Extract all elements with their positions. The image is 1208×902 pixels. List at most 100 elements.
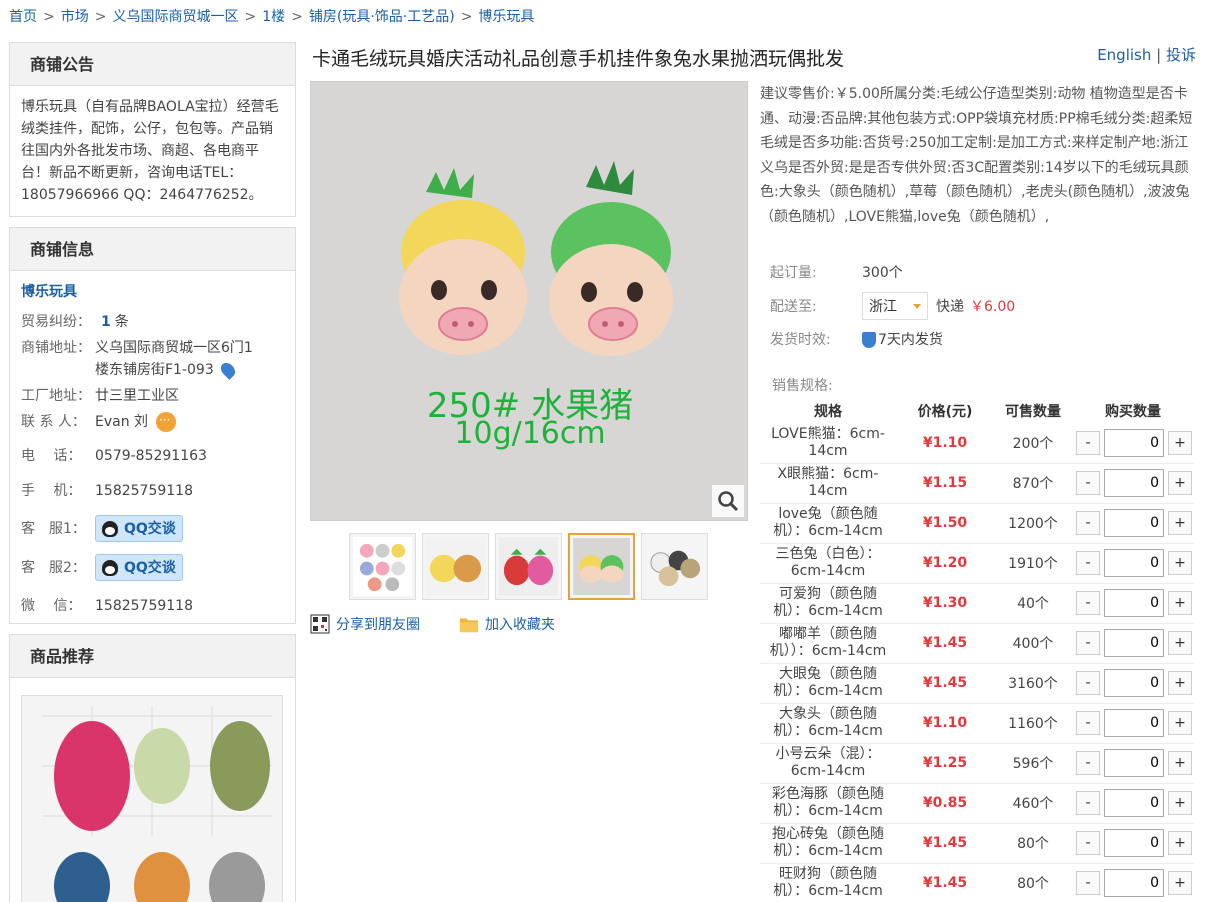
quantity-input[interactable] bbox=[1104, 669, 1164, 697]
cs2-label: 客 服2： bbox=[21, 559, 86, 576]
increment-button[interactable]: + bbox=[1168, 511, 1192, 535]
spec-qty-cell: -+ bbox=[1072, 663, 1194, 704]
main-product-image[interactable]: 250# 水果猪 10g/16cm bbox=[310, 81, 748, 521]
increment-button[interactable]: + bbox=[1168, 551, 1192, 575]
quantity-stepper: -+ bbox=[1072, 469, 1194, 497]
increment-button[interactable]: + bbox=[1168, 591, 1192, 615]
express-price: ￥6.00 bbox=[970, 299, 1016, 315]
increment-button[interactable]: + bbox=[1168, 671, 1192, 695]
decrement-button[interactable]: - bbox=[1076, 591, 1100, 615]
spec-name: love兔（颜色随机）：6cm-14cm bbox=[760, 503, 896, 544]
express-label: 快递 bbox=[936, 299, 964, 315]
decrement-button[interactable]: - bbox=[1076, 551, 1100, 575]
share-moments-link[interactable]: 分享到朋友圈 bbox=[310, 614, 420, 634]
breadcrumb-shop[interactable]: 博乐玩具 bbox=[478, 9, 534, 25]
decrement-button[interactable]: - bbox=[1076, 511, 1100, 535]
spec-price: ¥1.10 bbox=[896, 703, 994, 744]
add-favorite-link[interactable]: 加入收藏夹 bbox=[459, 614, 555, 634]
quantity-input[interactable] bbox=[1104, 629, 1164, 657]
qq-chat-button-1[interactable]: QQ交谈 bbox=[95, 515, 183, 542]
zoom-icon[interactable] bbox=[712, 485, 744, 517]
spec-qty-cell: -+ bbox=[1072, 703, 1194, 744]
spec-price: ¥1.25 bbox=[896, 743, 994, 784]
decrement-button[interactable]: - bbox=[1076, 430, 1100, 455]
contact-label: 联 系 人： bbox=[21, 414, 86, 430]
breadcrumb-home[interactable]: 首页 bbox=[9, 9, 37, 25]
qq-penguin-icon bbox=[102, 520, 118, 537]
quantity-input[interactable] bbox=[1104, 509, 1164, 537]
decrement-button[interactable]: - bbox=[1076, 671, 1100, 695]
thumbnail-4-selected[interactable] bbox=[568, 533, 635, 600]
spec-price: ¥1.45 bbox=[896, 663, 994, 704]
decrement-button[interactable]: - bbox=[1076, 791, 1100, 815]
complain-link[interactable]: 投诉 bbox=[1166, 46, 1196, 64]
quantity-input[interactable] bbox=[1104, 749, 1164, 777]
quantity-input[interactable] bbox=[1104, 469, 1164, 497]
quantity-input[interactable] bbox=[1104, 549, 1164, 577]
spec-row: 大眼兔（颜色随机）：6cm-14cm¥1.453160个-+ bbox=[760, 663, 1194, 704]
quantity-input[interactable] bbox=[1104, 589, 1164, 617]
spec-price: ¥1.30 bbox=[896, 583, 994, 624]
qq-chat-button-2[interactable]: QQ交谈 bbox=[95, 554, 183, 581]
increment-button[interactable]: + bbox=[1168, 711, 1192, 735]
spec-row: 大象头（颜色随机）：6cm-14cm¥1.101160个-+ bbox=[760, 703, 1194, 744]
spec-qty-cell: -+ bbox=[1072, 783, 1194, 824]
decrement-button[interactable]: - bbox=[1076, 871, 1100, 895]
quantity-stepper: -+ bbox=[1072, 669, 1194, 697]
decrement-button[interactable]: - bbox=[1076, 831, 1100, 855]
ship-time-row: 发货时效: 7天内发货 bbox=[770, 329, 943, 349]
map-pin-icon[interactable] bbox=[217, 360, 238, 380]
quantity-input[interactable] bbox=[1104, 428, 1164, 457]
contact-value: Evan 刘 bbox=[95, 414, 149, 430]
chat-icon[interactable] bbox=[156, 412, 177, 432]
ship-region-select[interactable]: 浙江 bbox=[862, 292, 928, 320]
breadcrumb-category[interactable]: 铺房(玩具·饰品·工艺品) bbox=[309, 9, 455, 25]
increment-button[interactable]: + bbox=[1168, 471, 1192, 495]
breadcrumb-district[interactable]: 义乌国际商贸城一区 bbox=[112, 9, 238, 25]
increment-button[interactable]: + bbox=[1168, 871, 1192, 895]
thumbnail-2[interactable] bbox=[422, 533, 489, 600]
thumbnail-5[interactable] bbox=[641, 533, 708, 600]
english-link[interactable]: English bbox=[1097, 46, 1151, 64]
shield-icon bbox=[862, 332, 876, 348]
thumbnail-1[interactable] bbox=[349, 533, 416, 600]
quantity-stepper: -+ bbox=[1072, 509, 1194, 537]
spec-price: ¥1.50 bbox=[896, 503, 994, 544]
increment-button[interactable]: + bbox=[1168, 430, 1192, 455]
decrement-button[interactable]: - bbox=[1076, 711, 1100, 735]
recommended-product-image[interactable] bbox=[21, 695, 283, 902]
spec-row: 彩色海豚（颜色随机）：6cm-14cm¥0.85460个-+ bbox=[760, 783, 1194, 824]
spec-header-row: 规格 价格(元) 可售数量 购买数量 bbox=[760, 399, 1194, 423]
recommend-title: 商品推荐 bbox=[10, 635, 295, 678]
spec-price: ¥1.45 bbox=[896, 863, 994, 902]
increment-button[interactable]: + bbox=[1168, 751, 1192, 775]
quantity-input[interactable] bbox=[1104, 829, 1164, 857]
quantity-input[interactable] bbox=[1104, 789, 1164, 817]
dispute-label: 贸易纠纷： bbox=[21, 314, 91, 330]
spec-label: 销售规格: bbox=[772, 378, 833, 394]
spec-price: ¥1.15 bbox=[896, 463, 994, 504]
thumbnail-3[interactable] bbox=[495, 533, 562, 600]
spec-header-qty: 购买数量 bbox=[1105, 404, 1161, 420]
spec-qty-cell: -+ bbox=[1072, 423, 1194, 464]
phone-value: 0579-85291163 bbox=[95, 448, 207, 464]
shop-name-link[interactable]: 博乐玩具 bbox=[21, 281, 284, 301]
quantity-input[interactable] bbox=[1104, 869, 1164, 897]
increment-button[interactable]: + bbox=[1168, 631, 1192, 655]
breadcrumb-floor[interactable]: 1楼 bbox=[262, 9, 285, 25]
dispute-count-link[interactable]: 1 bbox=[101, 314, 111, 330]
spec-available: 1160个 bbox=[994, 703, 1072, 744]
spec-available: 870个 bbox=[994, 463, 1072, 504]
breadcrumb-market[interactable]: 市场 bbox=[61, 9, 89, 25]
quantity-stepper: -+ bbox=[1072, 869, 1194, 897]
decrement-button[interactable]: - bbox=[1076, 631, 1100, 655]
decrement-button[interactable]: - bbox=[1076, 471, 1100, 495]
decrement-button[interactable]: - bbox=[1076, 751, 1100, 775]
quantity-input[interactable] bbox=[1104, 709, 1164, 737]
quantity-stepper: -+ bbox=[1072, 549, 1194, 577]
quantity-stepper: -+ bbox=[1072, 749, 1194, 777]
product-title: 卡通毛绒玩具婚庆活动礼品创意手机挂件象兔水果抛洒玩偶批发 bbox=[312, 48, 845, 70]
increment-button[interactable]: + bbox=[1168, 791, 1192, 815]
increment-button[interactable]: + bbox=[1168, 831, 1192, 855]
spec-row: love兔（颜色随机）：6cm-14cm¥1.501200个-+ bbox=[760, 503, 1194, 544]
